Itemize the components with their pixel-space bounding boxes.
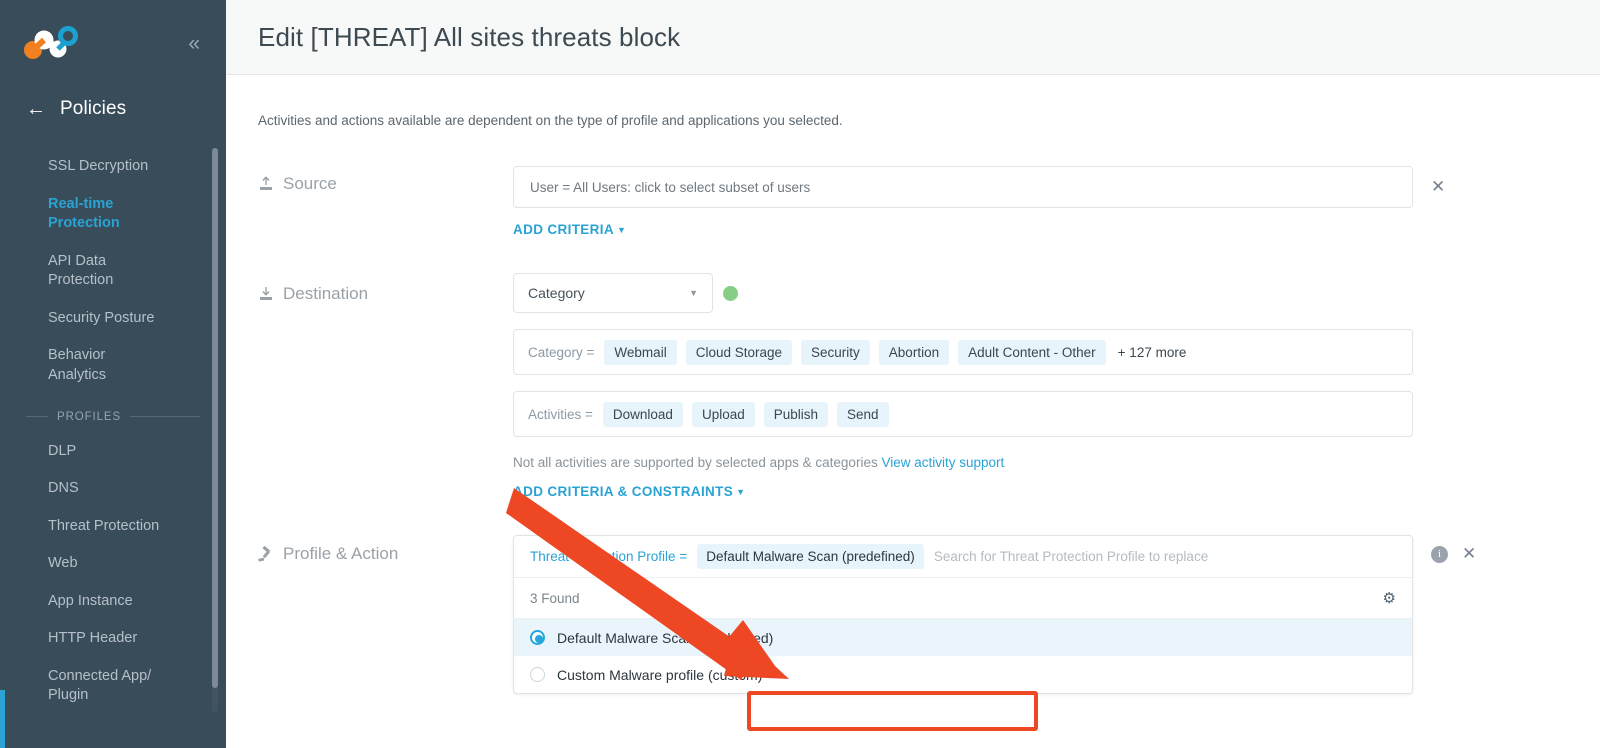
source-body: User = All Users: click to select subset…	[513, 166, 1600, 239]
sidebar-item-connected-app-plugin[interactable]: Connected App/Plugin	[0, 658, 226, 715]
profile-close-icon[interactable]: ✕	[1462, 544, 1476, 564]
app-root: « ← Policies SSL Decryption Real-time Pro…	[0, 0, 1600, 748]
sidebar-item-real-time-protection[interactable]: Real-time Protection	[0, 186, 226, 243]
destination-type-select-wrap: Category ▼	[513, 273, 1600, 313]
info-icon[interactable]: i	[1431, 545, 1448, 563]
sidebar-item-api-data-protection[interactable]: API Data Protection	[0, 243, 226, 300]
chevron-down-icon: ▼	[689, 288, 698, 298]
destination-add-criteria-button[interactable]: ADD CRITERIA & CONSTRAINTS ▼	[513, 484, 745, 499]
divider-line-left	[26, 416, 48, 417]
source-add-criteria-button[interactable]: ADD CRITERIA ▼	[513, 222, 626, 237]
destination-type-value: Category	[528, 285, 585, 301]
threat-profile-field[interactable]: Threat Protection Profile = Default Malw…	[514, 536, 1412, 578]
chevron-down-icon: ▼	[616, 225, 627, 235]
form-content: Activities and actions available are dep…	[226, 75, 1600, 694]
category-more-label[interactable]: + 127 more	[1115, 345, 1187, 360]
source-row: Source User = All Users: click to select…	[258, 166, 1600, 239]
activity-chip[interactable]: Send	[837, 401, 889, 427]
status-dot	[723, 285, 738, 301]
download-icon	[258, 286, 274, 303]
category-chip[interactable]: Security	[801, 339, 870, 365]
profile-option-default-malware-scan[interactable]: Default Malware Scan (predefined)	[514, 619, 1412, 656]
destination-type-select[interactable]: Category ▼	[513, 273, 713, 313]
main-panel: Edit [THREAT] All sites threats block Ac…	[226, 0, 1600, 748]
gear-icon[interactable]: ⚙	[1383, 589, 1396, 607]
sidebar-item-threat-protection[interactable]: Threat Protection	[0, 508, 226, 546]
page-header: Edit [THREAT] All sites threats block	[226, 0, 1600, 75]
category-chip[interactable]: Adult Content - Other	[958, 339, 1106, 365]
divider-line-right	[130, 416, 200, 417]
profile-action-label-group: Profile & Action	[258, 535, 513, 564]
source-user-field[interactable]: User = All Users: click to select subset…	[513, 166, 1413, 208]
profile-action-label: Profile & Action	[283, 544, 399, 563]
threat-profile-key-label: Threat Protection Profile =	[530, 549, 688, 564]
sidebar-accent-bar	[0, 690, 5, 748]
back-to-policies[interactable]: ← Policies	[0, 86, 226, 132]
view-activity-support-link[interactable]: View activity support	[881, 455, 1004, 470]
upload-icon	[258, 176, 274, 193]
profile-action-body: Threat Protection Profile = Default Malw…	[513, 535, 1600, 694]
form-subtitle: Activities and actions available are dep…	[258, 113, 843, 128]
category-chip[interactable]: Webmail	[604, 339, 677, 365]
source-label: Source	[283, 174, 337, 193]
annotation-highlight-box	[747, 691, 1038, 731]
sidebar-item-dlp[interactable]: DLP	[0, 433, 226, 471]
destination-row: Destination Category ▼ Category = Webmai…	[258, 273, 1600, 501]
arrow-left-icon: ←	[26, 98, 46, 120]
category-key-label: Category =	[528, 344, 595, 360]
radio-button-selected[interactable]	[530, 630, 545, 645]
activity-chip[interactable]: Upload	[691, 401, 755, 427]
results-count-label: 3 Found	[530, 590, 580, 606]
activities-key-label: Activities =	[528, 406, 593, 422]
gavel-icon	[258, 545, 274, 563]
activity-chip[interactable]: Publish	[763, 401, 829, 427]
destination-label-group: Destination	[258, 273, 513, 304]
sidebar-item-app-instance[interactable]: App Instance	[0, 583, 226, 621]
sidebar-section-divider-profiles: PROFILES	[0, 395, 226, 433]
sidebar: « ← Policies SSL Decryption Real-time Pro…	[0, 0, 226, 748]
source-add-criteria-label: ADD CRITERIA	[513, 222, 614, 237]
destination-body: Category ▼ Category = Webmail Cloud Stor…	[513, 273, 1600, 501]
source-close-icon[interactable]: ✕	[1431, 177, 1445, 197]
destination-add-criteria-label: ADD CRITERIA & CONSTRAINTS	[513, 484, 734, 499]
chevron-double-left-icon[interactable]: «	[182, 31, 206, 56]
profile-option-label: Custom Malware profile (custom)	[557, 666, 763, 683]
category-chip[interactable]: Cloud Storage	[685, 339, 793, 365]
sidebar-item-dns[interactable]: DNS	[0, 470, 226, 508]
threat-profile-selected-chip[interactable]: Default Malware Scan (predefined)	[697, 544, 924, 569]
profile-option-label: Default Malware Scan (predefined)	[557, 629, 774, 646]
sidebar-item-http-header[interactable]: HTTP Header	[0, 620, 226, 658]
sidebar-scrollbar-thumb[interactable]	[212, 148, 218, 688]
sidebar-nav-scroll: SSL Decryption Real-time Protection API D…	[0, 148, 226, 748]
threat-profile-panel: Threat Protection Profile = Default Malw…	[513, 535, 1413, 694]
activity-support-note: Not all activities are supported by sele…	[513, 455, 1600, 470]
chevron-down-icon: ▼	[736, 487, 746, 497]
activity-chip[interactable]: Download	[602, 401, 683, 427]
sidebar-header: «	[0, 0, 226, 86]
activity-support-note-text: Not all activities are supported by sele…	[513, 455, 878, 470]
radio-button[interactable]	[530, 667, 545, 682]
profile-action-icons: i ✕	[1431, 544, 1476, 564]
sidebar-scrollbar[interactable]	[212, 148, 218, 712]
sidebar-item-ssl-decryption[interactable]: SSL Decryption	[0, 148, 226, 186]
sidebar-section-title: Policies	[60, 98, 127, 119]
sidebar-item-behavior-analytics[interactable]: Behavior Analytics	[0, 337, 226, 394]
threat-profile-search-input[interactable]: Search for Threat Protection Profile to …	[934, 549, 1208, 564]
sidebar-section-label: PROFILES	[57, 410, 122, 423]
activities-chip-row: Activities = Download Upload Publish Sen…	[513, 391, 1413, 437]
netskope-logo	[22, 26, 80, 60]
page-title: Edit [THREAT] All sites threats block	[258, 21, 681, 52]
threat-profile-results-header: 3 Found ⚙	[514, 578, 1412, 619]
profile-action-row: Profile & Action Threat Protection Profi…	[258, 535, 1600, 694]
sidebar-item-web[interactable]: Web	[0, 545, 226, 583]
sidebar-item-security-posture[interactable]: Security Posture	[0, 300, 226, 338]
profile-option-custom-malware-profile[interactable]: Custom Malware profile (custom)	[514, 656, 1412, 693]
category-chip-row: Category = Webmail Cloud Storage Securit…	[513, 329, 1413, 375]
category-chip[interactable]: Abortion	[878, 339, 950, 365]
source-label-group: Source	[258, 166, 513, 194]
destination-label: Destination	[283, 284, 369, 303]
